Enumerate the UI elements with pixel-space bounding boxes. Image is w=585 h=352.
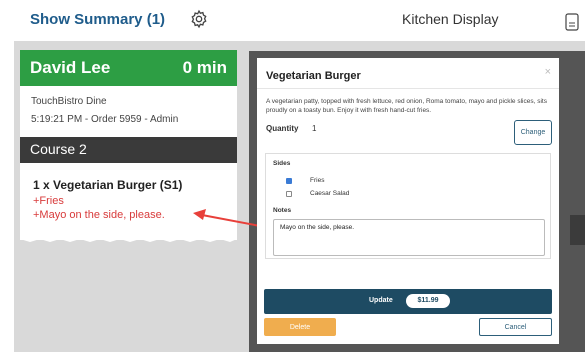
venue-name: TouchBistro Dine [31, 96, 107, 107]
ticket-header: David Lee 0 min [20, 50, 237, 86]
checkbox-caesar-salad[interactable] [286, 191, 292, 197]
delete-button[interactable]: Delete [264, 318, 336, 336]
show-summary-link[interactable]: Show Summary (1) [30, 11, 165, 28]
notes-label: Notes [273, 207, 292, 214]
item-modifier: +Mayo on the side, please. [33, 209, 165, 221]
quantity-label: Quantity [266, 124, 299, 133]
scroll-handle[interactable] [570, 215, 585, 245]
cancel-button[interactable]: Cancel [479, 318, 552, 336]
order-item[interactable]: 1 x Vegetarian Burger (S1) [33, 178, 182, 192]
course-label: Course 2 [30, 141, 87, 157]
document-icon[interactable] [565, 13, 579, 31]
page-title: Kitchen Display [402, 11, 499, 27]
edit-item-modal: Vegetarian Burger × A vegetarian patty, … [257, 58, 559, 344]
course-header: Course 2 [20, 137, 237, 163]
close-icon[interactable]: × [545, 66, 551, 78]
price-badge: $11.99 [406, 294, 450, 308]
update-label: Update [369, 297, 393, 304]
torn-edge [20, 236, 237, 242]
side-option-label: Fries [310, 177, 325, 184]
update-button[interactable]: Update $11.99 [264, 289, 552, 314]
order-info: 5:19:21 PM - Order 5959 - Admin [31, 114, 179, 125]
customer-name: David Lee [30, 58, 111, 77]
quantity-value: 1 [312, 124, 317, 133]
change-quantity-button[interactable]: Change [514, 120, 552, 145]
item-modifier: +Fries [33, 195, 64, 207]
options-panel: Sides Fries Caesar Salad Notes Mayo on t… [265, 153, 551, 259]
divider [257, 88, 559, 89]
item-description: A vegetarian patty, topped with fresh le… [266, 98, 547, 114]
modal-title: Vegetarian Burger [266, 70, 361, 82]
notes-field[interactable]: Mayo on the side, please. [273, 219, 545, 256]
sides-label: Sides [273, 160, 291, 167]
gear-icon[interactable] [189, 9, 209, 29]
elapsed-time: 0 min [182, 58, 227, 77]
top-bar: Show Summary (1) Kitchen Display [0, 0, 585, 40]
checkbox-fries[interactable] [286, 178, 292, 184]
side-option-label: Caesar Salad [310, 190, 350, 197]
